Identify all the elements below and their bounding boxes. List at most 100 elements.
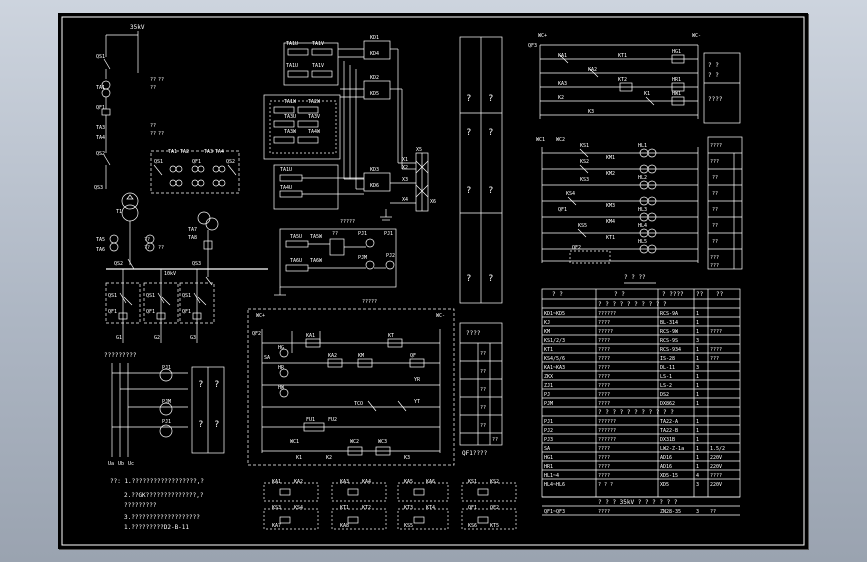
ladder-label: WC+: [538, 33, 547, 39]
table-cell: RCS-9S: [660, 338, 678, 344]
ladder-label: KS3: [580, 177, 589, 183]
note-line: 3.???????????????????: [124, 514, 200, 521]
ladder-label: WC-: [692, 33, 701, 39]
ladder-label: HG1: [672, 49, 681, 55]
unknown-label: ?????: [362, 299, 377, 305]
ladder-note: ? ?: [708, 72, 719, 79]
ladder-note: ????: [710, 143, 722, 149]
table-cell: ????: [598, 455, 610, 461]
table-cell: TA22-B: [660, 428, 678, 434]
box-glyph: ?: [214, 380, 219, 390]
ct-label: TA4U: [280, 185, 292, 191]
table-cell: 1: [696, 311, 699, 317]
label: TA3: [204, 149, 213, 155]
contact-label: KA1: [272, 479, 281, 485]
ladder-label: HL2: [638, 175, 647, 181]
control-label: HW: [278, 385, 285, 391]
table-cell: KS1/2/3: [544, 338, 565, 344]
relay-label: KD3: [370, 167, 379, 173]
legend-glyph: ?: [466, 128, 471, 138]
table-cell: 3: [696, 365, 699, 371]
table-cell: ?????: [598, 329, 613, 335]
ladder-label: KS4: [566, 191, 575, 197]
unknown-label: ??: [158, 245, 164, 251]
table-cell: 3: [696, 509, 699, 515]
ladder-label: KA1: [558, 53, 567, 59]
table-cell: PJ: [544, 392, 550, 398]
ladder-label: KM3: [606, 203, 615, 209]
ladder-label: QF1: [558, 207, 567, 213]
col-header: ??: [696, 291, 704, 298]
table-cell: ????: [710, 473, 722, 479]
drawing-sheet: 35kV 10kV QS1 TA1 QF1 TA3 TA4 QS2 QS1 TA…: [58, 13, 808, 549]
label: TA3: [96, 125, 105, 131]
box-glyph: ?: [198, 420, 203, 430]
ladder-label: KA2: [588, 67, 597, 73]
meter-title: ?????????: [104, 352, 137, 359]
label: TA8: [188, 235, 197, 241]
contact-label: KT1: [340, 505, 349, 511]
control-label: WC1: [290, 439, 299, 445]
legend-row: ??: [480, 369, 486, 375]
legend-glyph: ?: [488, 274, 493, 284]
contact-label: KS5: [404, 523, 413, 529]
ladder-label: KM2: [606, 171, 615, 177]
bus-label: Uc: [128, 461, 134, 467]
table-cell: 1: [696, 437, 699, 443]
table-cell: KA1~KA3: [544, 365, 565, 371]
meter-label: PJ1: [162, 419, 171, 425]
table-cell: 1: [696, 374, 699, 380]
label: TA6: [96, 247, 105, 253]
label: G2: [154, 335, 160, 341]
single-line-diagram: 35kV 10kV: [101, 24, 268, 457]
voltage-10kv-label: 10kV: [164, 271, 176, 277]
table-cell: BL-314: [660, 320, 678, 326]
table-cell: 1: [696, 464, 699, 470]
terminal-label: X3: [402, 177, 408, 183]
table-cell: KT1: [544, 347, 553, 353]
control-label: K2: [326, 455, 332, 461]
table-cell: ????: [598, 365, 610, 371]
ladder-label: QF3: [528, 43, 537, 49]
unknown-label: PJ1: [384, 231, 393, 237]
relay-label: KD5: [370, 91, 379, 97]
table-cell: ZKX: [544, 374, 553, 380]
label: QF1: [182, 309, 191, 315]
legend-glyph: ?: [488, 94, 493, 104]
control-label: TCO: [354, 401, 363, 407]
label: QS2: [226, 159, 235, 165]
voltage-35kv-label: 35kV: [130, 24, 145, 31]
table-cell: AD16: [660, 464, 672, 470]
box-glyph: ?: [214, 420, 219, 430]
control-label: FU1: [306, 417, 315, 423]
table-cell: ??: [710, 509, 716, 515]
label: QF1: [96, 105, 105, 111]
table-cell: 1: [696, 401, 699, 407]
label: QS1: [154, 159, 163, 165]
ladder-label: KT2: [618, 77, 627, 83]
ladder-note: ??: [712, 207, 718, 213]
table-cell: 1: [696, 320, 699, 326]
table-cell: ????: [598, 464, 610, 470]
legend-glyph: ?: [466, 186, 471, 196]
table-cell: XD5: [660, 482, 669, 488]
ct-label: TA3V: [308, 114, 320, 120]
label: TA7: [188, 227, 197, 233]
table-cell: DL-11: [660, 365, 675, 371]
label: QS2: [96, 151, 105, 157]
table-cell: ????: [598, 347, 610, 353]
ladder-note: ??: [712, 223, 718, 229]
control-label: YR: [414, 377, 421, 383]
ladder-label: WC1: [536, 137, 545, 143]
equipment-table: ? ? ?? ? ? ? ? ? ???? ?? ?? ? ? ? ? ? ? …: [541, 274, 741, 516]
note-line: ?????????: [124, 502, 157, 509]
unknown-label: PJ1: [358, 231, 367, 237]
note-line: 1.?????????D2-B-11: [124, 524, 189, 531]
legend-glyph: ?: [466, 274, 471, 284]
unknown-label: ??: [150, 123, 156, 129]
unknown-label: ??: [144, 245, 150, 251]
ladder-label: HW1: [672, 91, 681, 97]
table-cell: PJM: [544, 401, 553, 407]
ct-label: TA1U: [286, 63, 298, 69]
terminal-label: X1: [402, 157, 408, 163]
